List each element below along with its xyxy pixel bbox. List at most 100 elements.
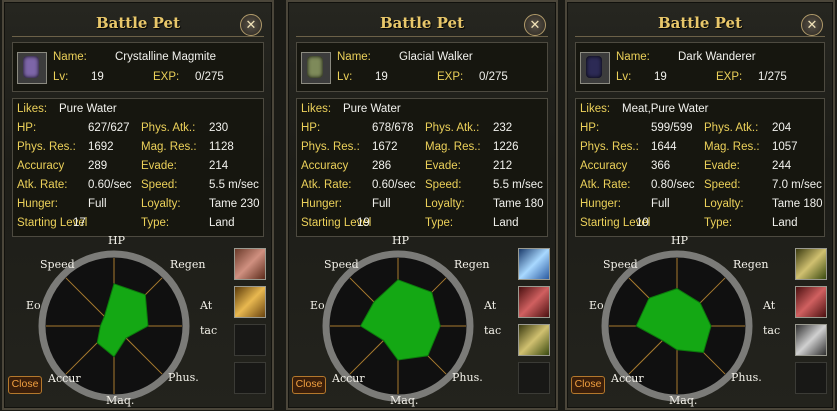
pet-header: Name: Crystalline Magmite Lv: 19 EXP: 0/275	[12, 42, 264, 92]
radar-label-tac: tac	[763, 324, 781, 337]
close-button[interactable]: Close	[292, 376, 326, 394]
radar-label-accur: Accur	[332, 372, 365, 385]
accuracy-label: Accuracy	[17, 160, 65, 172]
name-label: Name:	[337, 51, 371, 63]
window-title: Battle Pet	[95, 14, 181, 32]
radar-label-mag: Maq.	[669, 394, 698, 407]
pet-speed: 7.0 m/sec	[772, 179, 822, 191]
wing-charm-icon[interactable]	[518, 324, 550, 356]
red-beast-icon[interactable]	[795, 286, 827, 318]
radar-label-speed: Speed	[603, 258, 638, 271]
level-label: Lv:	[53, 71, 69, 83]
pet-header: Name: Glacial Walker Lv: 19 EXP: 0/275	[296, 42, 548, 92]
radar-label-hp: HP	[671, 234, 688, 247]
hunger-label: Hunger:	[301, 198, 342, 210]
pet-evade: 244	[772, 160, 792, 172]
name-label: Name:	[616, 51, 650, 63]
pet-name: Glacial Walker	[399, 51, 473, 63]
phys-res-label: Phys. Res.:	[580, 141, 639, 153]
exp-label: EXP:	[716, 71, 743, 83]
radar-label-phus: Phus.	[168, 371, 199, 384]
pet-name: Crystalline Magmite	[115, 51, 216, 63]
pet-stats: Likes: Pure Water HP: 678/678 Phys. Res.: 167…	[296, 98, 548, 237]
pet-portrait	[301, 52, 331, 84]
radar-label-eo: Eo	[310, 299, 325, 312]
exp-label: EXP:	[153, 71, 180, 83]
mag-res-label: Mag. Res.:	[704, 141, 760, 153]
likes-label: Likes:	[580, 103, 611, 115]
window-title: Battle Pet	[379, 14, 465, 32]
pet-mag-res: 1057	[772, 141, 798, 153]
radar-label-speed: Speed	[324, 258, 359, 271]
accuracy-label: Accuracy	[580, 160, 628, 172]
pet-hp: 678/678	[372, 122, 414, 134]
pet-food-icon[interactable]	[234, 248, 266, 280]
atk-rate-label: Atk. Rate:	[301, 179, 352, 191]
red-beast-icon[interactable]	[518, 286, 550, 318]
likes-label: Likes:	[17, 103, 48, 115]
likes-label: Likes:	[301, 103, 332, 115]
radar-label-at: At	[763, 299, 776, 312]
loyalty-label: Loyalty:	[704, 198, 744, 210]
phys-res-label: Phys. Res.:	[17, 141, 76, 153]
title-bar: Battle Pet ✕	[575, 6, 825, 37]
speed-label: Speed:	[704, 179, 741, 191]
pet-accuracy: 366	[651, 160, 671, 172]
battle-pet-window-2: Battle Pet ✕ Name: Glacial Walker Lv: 19 EXP: 0…	[286, 0, 558, 410]
gold-scroll-icon[interactable]	[234, 286, 266, 318]
radar-label-phus: Phus.	[731, 371, 762, 384]
close-x-button[interactable]: ✕	[240, 14, 262, 36]
pet-exp: 1/275	[758, 71, 787, 83]
pet-name: Dark Wanderer	[678, 51, 756, 63]
pet-hp: 627/627	[88, 122, 130, 134]
claw-icon[interactable]	[795, 324, 827, 356]
radar-label-phus: Phus.	[452, 371, 483, 384]
pet-stats: Likes: Meat,Pure Water HP: 599/599 Phys. Res…	[575, 98, 825, 237]
level-label: Lv:	[616, 71, 632, 83]
pet-phys-res: 1644	[651, 141, 677, 153]
level-label: Lv:	[337, 71, 353, 83]
empty-item-slot[interactable]	[234, 362, 266, 394]
wing-charm-icon[interactable]	[795, 248, 827, 280]
empty-item-slot[interactable]	[518, 362, 550, 394]
pet-phys-atk: 230	[209, 122, 229, 134]
hunger-label: Hunger:	[580, 198, 621, 210]
title-bar: Battle Pet ✕	[296, 6, 548, 37]
ice-crystal-icon[interactable]	[518, 248, 550, 280]
hunger-label: Hunger:	[17, 198, 58, 210]
pet-phys-res: 1672	[372, 141, 398, 153]
pet-hunger: Full	[651, 198, 670, 210]
atk-rate-label: Atk. Rate:	[580, 179, 631, 191]
pet-mag-res: 1226	[493, 141, 519, 153]
pet-portrait-icon	[586, 56, 602, 78]
pet-mag-res: 1128	[209, 141, 234, 153]
radar-label-at: At	[484, 299, 497, 312]
accuracy-label: Accuracy	[301, 160, 349, 172]
hp-label: HP:	[301, 122, 321, 134]
evade-label: Evade:	[425, 160, 461, 172]
phys-atk-label: Phys. Atk.:	[141, 122, 196, 134]
close-x-button[interactable]: ✕	[524, 14, 546, 36]
radar-label-hp: HP	[108, 234, 125, 247]
pet-accuracy: 286	[372, 160, 392, 172]
pet-evade: 212	[493, 160, 513, 172]
pet-starting-level: 19	[357, 217, 370, 229]
speed-label: Speed:	[425, 179, 462, 191]
mag-res-label: Mag. Res.:	[425, 141, 481, 153]
radar-label-eo: Eo	[589, 299, 604, 312]
type-label: Type:	[141, 217, 170, 229]
title-bar: Battle Pet ✕	[12, 6, 264, 37]
pet-portrait-icon	[23, 56, 39, 78]
close-button[interactable]: Close	[571, 376, 605, 394]
close-x-button[interactable]: ✕	[801, 14, 823, 36]
empty-item-slot[interactable]	[795, 362, 827, 394]
pet-loyalty: Tame 230	[209, 198, 260, 210]
close-button[interactable]: Close	[8, 376, 42, 394]
battle-pet-window-1: Battle Pet ✕ Name: Crystalline Magmite Lv: 19…	[2, 0, 274, 410]
empty-item-slot[interactable]	[234, 324, 266, 356]
radar-label-hp: HP	[392, 234, 409, 247]
pet-loyalty: Tame 180	[493, 198, 544, 210]
pet-phys-res: 1692	[88, 141, 114, 153]
name-label: Name:	[53, 51, 87, 63]
pet-exp: 0/275	[195, 71, 224, 83]
